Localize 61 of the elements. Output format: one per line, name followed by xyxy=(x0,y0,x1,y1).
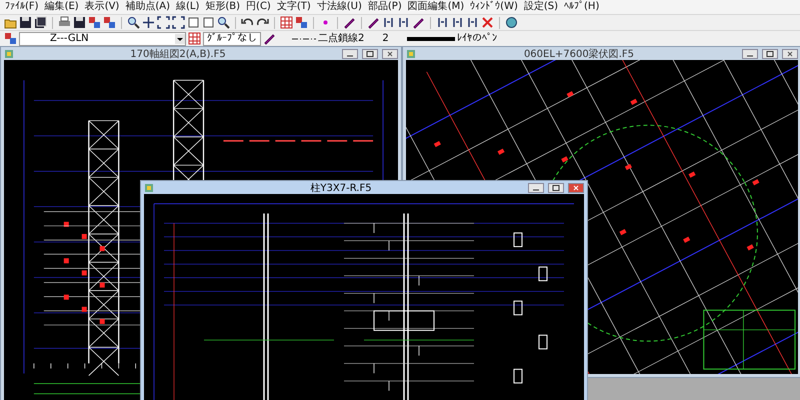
document-icon xyxy=(4,48,14,58)
menu-item[interactable]: ｳｨﾝﾄﾞｳ(W) xyxy=(467,1,521,13)
maximize-button[interactable] xyxy=(762,48,778,58)
magnifier-icon[interactable] xyxy=(127,16,140,29)
pen-label[interactable]: ﾚｲﾔのﾍﾟﾝ xyxy=(456,32,497,44)
printer-icon[interactable] xyxy=(58,16,71,29)
close-button[interactable] xyxy=(782,48,798,58)
menu-item[interactable]: 寸法線(U) xyxy=(314,1,365,13)
menu-item[interactable]: 矩形(B) xyxy=(202,1,244,13)
menu-item[interactable]: ﾍﾙﾌﾟ(H) xyxy=(561,1,602,13)
floppy-disks-icon[interactable] xyxy=(34,16,47,29)
group-field[interactable]: ｸﾞﾙｰﾌﾟなし xyxy=(203,32,261,46)
minimize-button[interactable] xyxy=(528,182,544,192)
cross-icon[interactable] xyxy=(481,16,494,29)
magnifier-icon[interactable] xyxy=(217,16,230,29)
menu-item[interactable]: 表示(V) xyxy=(82,1,122,13)
menu-item[interactable]: 設定(S) xyxy=(520,1,562,13)
vertical-bars-icon[interactable] xyxy=(397,16,410,29)
grid-icon[interactable] xyxy=(188,32,201,45)
pen-icon[interactable] xyxy=(412,16,425,29)
vertical-bars-icon[interactable] xyxy=(436,16,449,29)
minimize-button[interactable] xyxy=(342,48,358,58)
vertical-bars-icon[interactable] xyxy=(382,16,395,29)
document-icon xyxy=(406,48,416,58)
window-title: 170軸組図2(A,B).F5 xyxy=(129,48,227,60)
window-title: 柱Y3X7-R.F5 xyxy=(309,182,373,194)
maximize-button[interactable] xyxy=(548,182,564,192)
grid-icon[interactable] xyxy=(280,16,293,29)
line-width-value[interactable]: 2 xyxy=(382,32,389,44)
dash-dot-line-sample xyxy=(292,36,316,42)
layer-dropdown[interactable]: Z---GLN xyxy=(19,32,186,46)
pen-icon[interactable] xyxy=(367,16,380,29)
globe-icon[interactable] xyxy=(505,16,518,29)
menu-item[interactable]: 図面編集(M) xyxy=(404,1,468,13)
menu-item[interactable]: 補助点(A) xyxy=(122,1,173,13)
menu-item[interactable]: ﾌｧｲﾙ(F) xyxy=(2,1,42,13)
corner-brackets-icon[interactable] xyxy=(172,16,185,29)
line-type-label[interactable]: 二点鎖線2 xyxy=(318,32,364,44)
document-window-dialog[interactable]: 柱Y3X7-R.F5 xyxy=(140,180,588,400)
menu-item[interactable]: 円(C) xyxy=(243,1,274,13)
minimize-button[interactable] xyxy=(742,48,758,58)
vertical-bars-icon[interactable] xyxy=(451,16,464,29)
thick-line-sample[interactable] xyxy=(406,36,455,40)
colored-squares-icon[interactable] xyxy=(4,32,17,45)
pen-icon[interactable] xyxy=(343,16,356,29)
colored-squares-icon[interactable] xyxy=(88,16,101,29)
corner-brackets-icon[interactable] xyxy=(157,16,170,29)
square-icon[interactable] xyxy=(202,16,215,29)
menu-item[interactable]: 線(L) xyxy=(173,1,202,13)
vertical-bars-icon[interactable] xyxy=(466,16,479,29)
colored-squares-icon[interactable] xyxy=(295,16,308,29)
menu-item[interactable]: 部品(P) xyxy=(364,1,405,13)
maximize-button[interactable] xyxy=(362,48,378,58)
square-icon[interactable] xyxy=(187,16,200,29)
menu-item[interactable]: 文字(T) xyxy=(274,1,314,13)
close-button[interactable] xyxy=(382,48,398,58)
close-button[interactable] xyxy=(568,182,584,192)
colored-squares-icon[interactable] xyxy=(103,16,116,29)
menu-item[interactable]: 編集(E) xyxy=(42,1,82,13)
document-icon xyxy=(144,182,154,192)
window-title: 060EL+7600梁伏図.F5 xyxy=(522,48,636,60)
